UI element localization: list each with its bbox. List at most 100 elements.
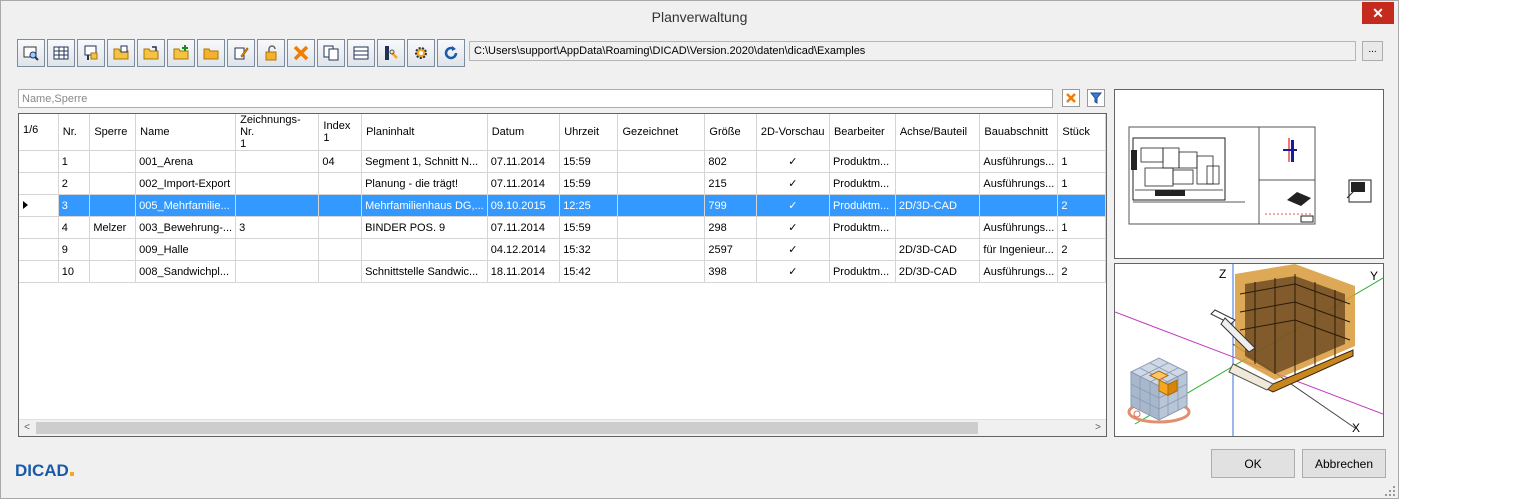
table-cell: 18.11.2014 xyxy=(487,260,561,283)
folder-open-icon xyxy=(113,45,129,60)
table-row[interactable]: 3 005_Mehrfamilie... Mehrfamilienhaus DG,.… xyxy=(19,194,1106,217)
filter-input[interactable] xyxy=(18,89,1053,108)
table-cell: Melzer xyxy=(89,216,137,239)
open-edit-button[interactable] xyxy=(137,39,165,67)
table-cell: Produktm... xyxy=(829,260,896,283)
preview-search-button[interactable] xyxy=(17,39,45,67)
view-cube-icon[interactable] xyxy=(1127,357,1191,424)
column-header[interactable]: Stück xyxy=(1057,114,1106,151)
list-icon xyxy=(353,46,369,60)
table-cell xyxy=(617,150,706,173)
table-cell xyxy=(829,238,896,261)
column-header[interactable]: Bearbeiter xyxy=(829,114,896,151)
table-cell: 3 xyxy=(58,194,91,217)
column-header[interactable]: Datum xyxy=(487,114,561,151)
cancel-button[interactable]: Abbrechen xyxy=(1302,449,1386,478)
tools-icon xyxy=(385,46,398,60)
table-row[interactable]: 9 009_Halle 04.12.2014 15:32 2597 ✓ 2D/3D-CAD f… xyxy=(19,238,1106,261)
column-header[interactable]: Bauabschnitt xyxy=(979,114,1059,151)
refresh-icon xyxy=(444,46,458,60)
table-cell xyxy=(235,194,320,217)
table-cell: ✓ xyxy=(756,194,830,217)
settings-button[interactable] xyxy=(407,39,435,67)
column-header[interactable]: Sperre xyxy=(89,114,137,151)
column-header[interactable]: Zeichnungs-Nr. 1 xyxy=(235,114,320,151)
table-cell: 2 xyxy=(58,172,91,195)
table-cell: 009_Halle xyxy=(135,238,237,261)
horizontal-scrollbar[interactable]: < > xyxy=(19,419,1106,436)
table-cell: 07.11.2014 xyxy=(487,172,561,195)
plan-properties-icon xyxy=(84,45,98,60)
table-cell xyxy=(235,260,320,283)
plan-drawing-image xyxy=(1128,126,1372,225)
table-cell: 2 xyxy=(1057,194,1106,217)
row-selector[interactable] xyxy=(19,172,59,195)
table-cell: 1 xyxy=(58,150,91,173)
column-header[interactable]: Achse/Bauteil xyxy=(895,114,981,151)
folder-button[interactable] xyxy=(197,39,225,67)
table-cell xyxy=(617,260,706,283)
table-cell: 1 xyxy=(1057,172,1106,195)
column-header[interactable]: Uhrzeit xyxy=(559,114,619,151)
delete-button[interactable] xyxy=(287,39,315,67)
edit-document-button[interactable] xyxy=(227,39,255,67)
table-cell: 9 xyxy=(58,238,91,261)
copy-button[interactable] xyxy=(317,39,345,67)
gear-icon xyxy=(415,47,427,59)
table-cell xyxy=(617,238,706,261)
table-row[interactable]: 1 001_Arena 04 Segment 1, Schnitt N... 07.11… xyxy=(19,150,1106,173)
tools-button[interactable] xyxy=(377,39,405,67)
close-button[interactable]: ✕ xyxy=(1362,2,1394,24)
row-selector[interactable] xyxy=(19,150,59,173)
row-selector[interactable] xyxy=(19,216,59,239)
table-row[interactable]: 2 002_Import-Export Planung - die trägt! 07… xyxy=(19,172,1106,195)
browse-button[interactable]: ... xyxy=(1362,41,1383,61)
scroll-right-icon[interactable]: > xyxy=(1090,421,1106,435)
column-header[interactable]: Nr. xyxy=(58,114,91,151)
column-header[interactable]: Gezeichnet xyxy=(617,114,706,151)
column-header[interactable]: 2D-Vorschau xyxy=(756,114,830,151)
table-cell xyxy=(89,238,137,261)
column-header[interactable]: Name xyxy=(135,114,237,151)
table-view-button[interactable] xyxy=(47,39,75,67)
table-cell: 4 xyxy=(58,216,91,239)
open-plan-button[interactable] xyxy=(107,39,135,67)
unlock-button[interactable] xyxy=(257,39,285,67)
table-cell: 008_Sandwichpl... xyxy=(135,260,237,283)
filter-button[interactable] xyxy=(1087,89,1105,107)
table-row[interactable]: 4 Melzer 003_Bewehrung-... 3 BINDER POS. 9 07… xyxy=(19,216,1106,239)
table-cell xyxy=(318,260,363,283)
table-cell: Planung - die trägt! xyxy=(361,172,488,195)
title-bar: Planverwaltung ✕ xyxy=(1,1,1398,33)
clear-filter-button[interactable] xyxy=(1062,89,1080,107)
table-cell xyxy=(895,216,981,239)
table-cell: 07.11.2014 xyxy=(487,150,561,173)
clear-icon xyxy=(1066,93,1076,103)
table-cell xyxy=(979,194,1059,217)
table-cell: Produktm... xyxy=(829,172,896,195)
list-view-button[interactable] xyxy=(347,39,375,67)
table-cell: 07.11.2014 xyxy=(487,216,561,239)
row-selector[interactable] xyxy=(19,260,59,283)
resize-grip-icon[interactable] xyxy=(1384,485,1396,497)
table-icon xyxy=(53,46,69,60)
scrollbar-thumb[interactable] xyxy=(36,422,978,434)
scroll-left-icon[interactable]: < xyxy=(19,421,35,435)
ok-button[interactable]: OK xyxy=(1211,449,1295,478)
table-cell xyxy=(89,194,137,217)
table-cell xyxy=(318,216,363,239)
column-header[interactable]: Planinhalt xyxy=(361,114,488,151)
table-cell: 04 xyxy=(318,150,363,173)
row-selector[interactable] xyxy=(19,238,59,261)
open-add-button[interactable] xyxy=(167,39,195,67)
table-cell: 215 xyxy=(704,172,757,195)
table-header-row: 1/6 Nr. Sperre Name Zeichnungs-Nr. 1 Index 1… xyxy=(19,114,1106,151)
refresh-button[interactable] xyxy=(437,39,465,67)
plan-properties-button[interactable] xyxy=(77,39,105,67)
column-header[interactable]: Index 1 xyxy=(318,114,363,151)
row-selector[interactable] xyxy=(19,194,59,217)
plan-preview-3d: Z Y X xyxy=(1114,263,1384,437)
folder-path-field[interactable]: C:\Users\support\AppData\Roaming\DICAD\V… xyxy=(469,41,1356,61)
column-header[interactable]: Größe xyxy=(704,114,757,151)
table-row[interactable]: 10 008_Sandwichpl... Schnittstelle Sandwic… xyxy=(19,260,1106,283)
